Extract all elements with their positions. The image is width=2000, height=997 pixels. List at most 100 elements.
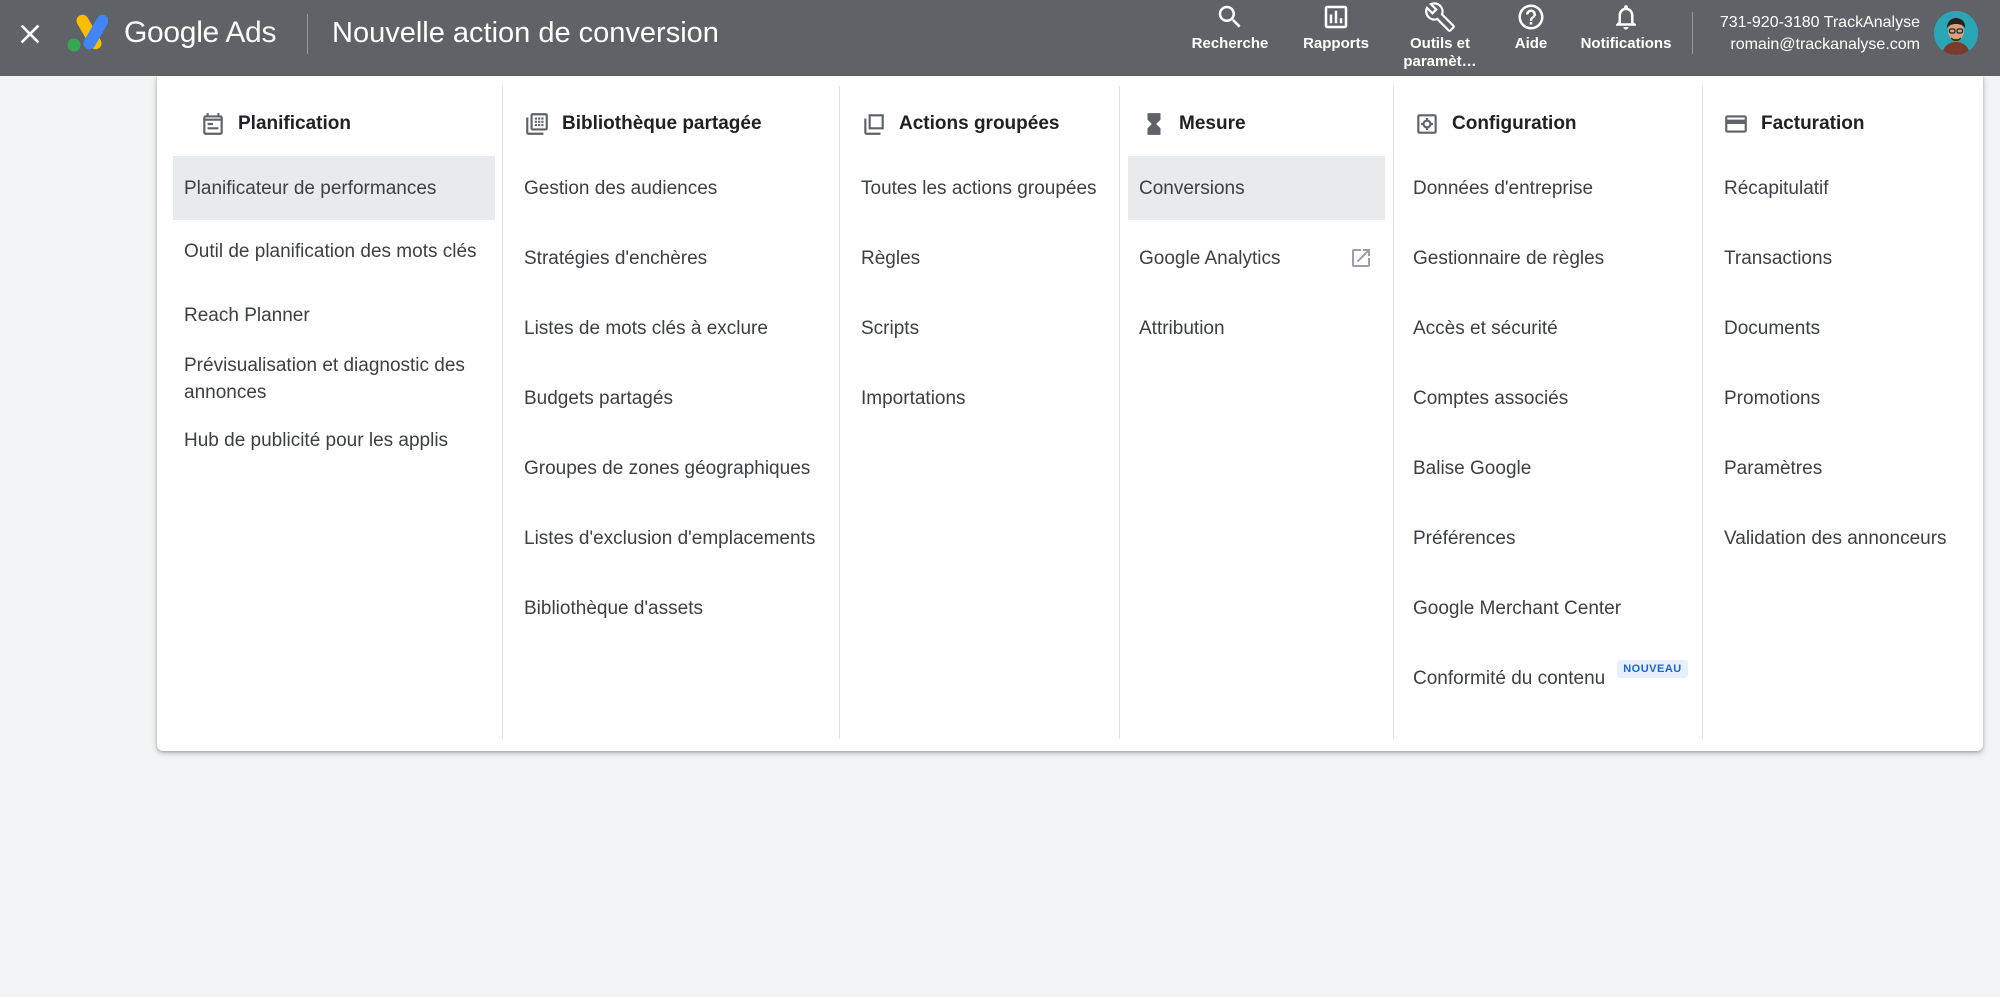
tools-settings-button[interactable]: Outils et paramèt…: [1398, 0, 1482, 76]
column-header: Mesure: [1141, 106, 1246, 142]
settings-box-icon: [1417, 114, 1437, 134]
menu-item-toutes-actions-groupees[interactable]: Toutes les actions groupées: [850, 156, 1118, 220]
hourglass-icon: [1147, 113, 1161, 135]
column-title: Configuration: [1452, 113, 1577, 134]
notifications-button[interactable]: Notifications: [1576, 0, 1676, 76]
menu-item-attribution[interactable]: Attribution: [1128, 296, 1385, 360]
column-header: Facturation: [1723, 106, 1864, 142]
search-icon: [1218, 5, 1241, 28]
menu-item-label: Transactions: [1724, 247, 1833, 269]
bell-icon: [1616, 5, 1636, 30]
menu-item-planificateur-performances[interactable]: Planificateur de performances: [173, 156, 495, 220]
search-button[interactable]: Recherche: [1187, 0, 1273, 76]
menu-item-groupes-zones-geographiques[interactable]: Groupes de zones géographiques: [513, 436, 837, 500]
header-divider: [307, 14, 308, 54]
menu-item-label: Google Analytics: [1139, 247, 1281, 269]
menu-item-regles[interactable]: Règles: [850, 226, 1118, 290]
menu-item-parametres[interactable]: Paramètres: [1713, 436, 1975, 500]
menu-item-donnees-entreprise[interactable]: Données d'entreprise: [1402, 156, 1702, 220]
menu-item-label: Conversions: [1139, 177, 1245, 199]
reports-button[interactable]: Rapports: [1300, 0, 1372, 76]
account-divider: [1692, 12, 1693, 54]
menu-item-label: Conformité du contenu: [1413, 667, 1606, 689]
menu-item-balise-google[interactable]: Balise Google: [1402, 436, 1702, 500]
menu-item-budgets-partages[interactable]: Budgets partagés: [513, 366, 837, 430]
menu-item-preferences[interactable]: Préférences: [1402, 506, 1702, 570]
menu-item-listes-exclusion-emplacements[interactable]: Listes d'exclusion d'emplacements: [513, 506, 837, 570]
menu-item-gestion-audiences[interactable]: Gestion des audiences: [513, 156, 837, 220]
menu-item-reach-planner[interactable]: Reach Planner: [173, 288, 495, 342]
brand-ads: Ads: [225, 16, 277, 49]
column-divider: [502, 86, 503, 739]
menu-item-planification-mots-cles[interactable]: Outil de planification des mots clés: [173, 220, 495, 282]
open-in-new-icon: [1352, 249, 1370, 267]
menu-item-strategies-encheres[interactable]: Stratégies d'enchères: [513, 226, 837, 290]
menu-item-google-merchant-center[interactable]: Google Merchant Center: [1402, 576, 1702, 640]
menu-item-hub-publicite-applis[interactable]: Hub de publicité pour les applis: [173, 413, 495, 467]
column-divider: [1119, 86, 1120, 739]
column-header: Planification: [200, 106, 351, 142]
menu-item-label: Comptes associés: [1413, 387, 1569, 409]
menu-item-documents[interactable]: Documents: [1713, 296, 1975, 360]
menu-item-label: Paramètres: [1724, 457, 1823, 479]
menu-item-label: Promotions: [1724, 387, 1821, 409]
reports-label: Rapports: [1303, 35, 1369, 52]
help-label: Aide: [1514, 35, 1548, 52]
menu-item-gestionnaire-regles[interactable]: Gestionnaire de règles: [1402, 226, 1702, 290]
menu-column-facturation: Facturation Récapitulatif Transactions D…: [1713, 76, 1975, 739]
account-id: 731-920-3180 TrackAnalyse: [1719, 14, 1920, 31]
menu-item-scripts[interactable]: Scripts: [850, 296, 1118, 360]
menu-item-google-analytics[interactable]: Google Analytics: [1128, 226, 1385, 290]
menu-item-label: Toutes les actions groupées: [861, 177, 1097, 199]
reports-icon: [1324, 5, 1348, 29]
menu-column-planification: Planification Planificateur de performan…: [173, 76, 495, 739]
notifications-label: Notifications: [1580, 35, 1672, 52]
menu-item-recapitulatif[interactable]: Récapitulatif: [1713, 156, 1975, 220]
menu-item-acces-securite[interactable]: Accès et sécurité: [1402, 296, 1702, 360]
menu-item-promotions[interactable]: Promotions: [1713, 366, 1975, 430]
menu-item-label: Importations: [861, 387, 966, 409]
account-email: romain@trackanalyse.com: [1730, 36, 1920, 53]
menu-item-conformite-contenu[interactable]: Conformité du contenu NOUVEAU: [1402, 646, 1702, 710]
menu-item-label: Budgets partagés: [524, 387, 673, 409]
tools-settings-label: Outils et paramèt…: [1403, 35, 1477, 70]
menu-item-importations[interactable]: Importations: [850, 366, 1118, 430]
account-info[interactable]: 731-920-3180 TrackAnalyse romain@trackan…: [1720, 12, 1920, 56]
column-header: Actions groupées: [861, 106, 1059, 142]
menu-item-label: Gestionnaire de règles: [1413, 247, 1605, 269]
column-title: Bibliothèque partagée: [562, 113, 762, 134]
avatar[interactable]: [1934, 11, 1978, 55]
menu-item-listes-mots-cles-exclure[interactable]: Listes de mots clés à exclure: [513, 296, 837, 360]
menu-item-label: Bibliothèque d'assets: [524, 597, 703, 619]
menu-item-label: Balise Google: [1413, 457, 1532, 479]
menu-item-label: Accès et sécurité: [1413, 317, 1558, 339]
menu-item-previsualisation-diagnostic[interactable]: Prévisualisation et diagnostic des annon…: [173, 348, 495, 410]
menu-item-label: Règles: [861, 247, 921, 269]
menu-item-label: Hub de publicité pour les applis: [184, 429, 449, 451]
column-divider: [1393, 86, 1394, 739]
menu-item-conversions[interactable]: Conversions: [1128, 156, 1385, 220]
calendar-icon: [203, 113, 223, 135]
menu-item-label: Reach Planner: [184, 304, 310, 326]
column-divider: [839, 86, 840, 739]
menu-item-validation-annonceurs[interactable]: Validation des annonceurs: [1713, 506, 1975, 570]
column-title: Mesure: [1179, 113, 1246, 134]
close-icon[interactable]: [14, 18, 46, 50]
help-button[interactable]: Aide: [1508, 0, 1554, 76]
column-header: Configuration: [1414, 106, 1577, 142]
brand-google: Google: [124, 16, 219, 49]
menu-item-transactions[interactable]: Transactions: [1713, 226, 1975, 290]
google-ads-logo-icon: [66, 14, 109, 52]
top-app-bar: Google Ads Nouvelle action de conversion…: [0, 0, 2000, 76]
menu-item-comptes-associes[interactable]: Comptes associés: [1402, 366, 1702, 430]
menu-item-label: Listes de mots clés à exclure: [524, 317, 768, 339]
menu-item-bibliotheque-assets[interactable]: Bibliothèque d'assets: [513, 576, 837, 640]
library-icon: [526, 113, 548, 135]
user-avatar-icon: [1934, 11, 1978, 55]
copy-icon: [864, 114, 884, 135]
menu-item-label: Scripts: [861, 317, 920, 339]
menu-item-label: Groupes de zones géographiques: [524, 457, 811, 479]
menu-item-label: Prévisualisation et diagnostic des annon…: [184, 355, 465, 403]
column-title: Actions groupées: [899, 113, 1060, 134]
credit-card-icon: [1725, 115, 1747, 133]
